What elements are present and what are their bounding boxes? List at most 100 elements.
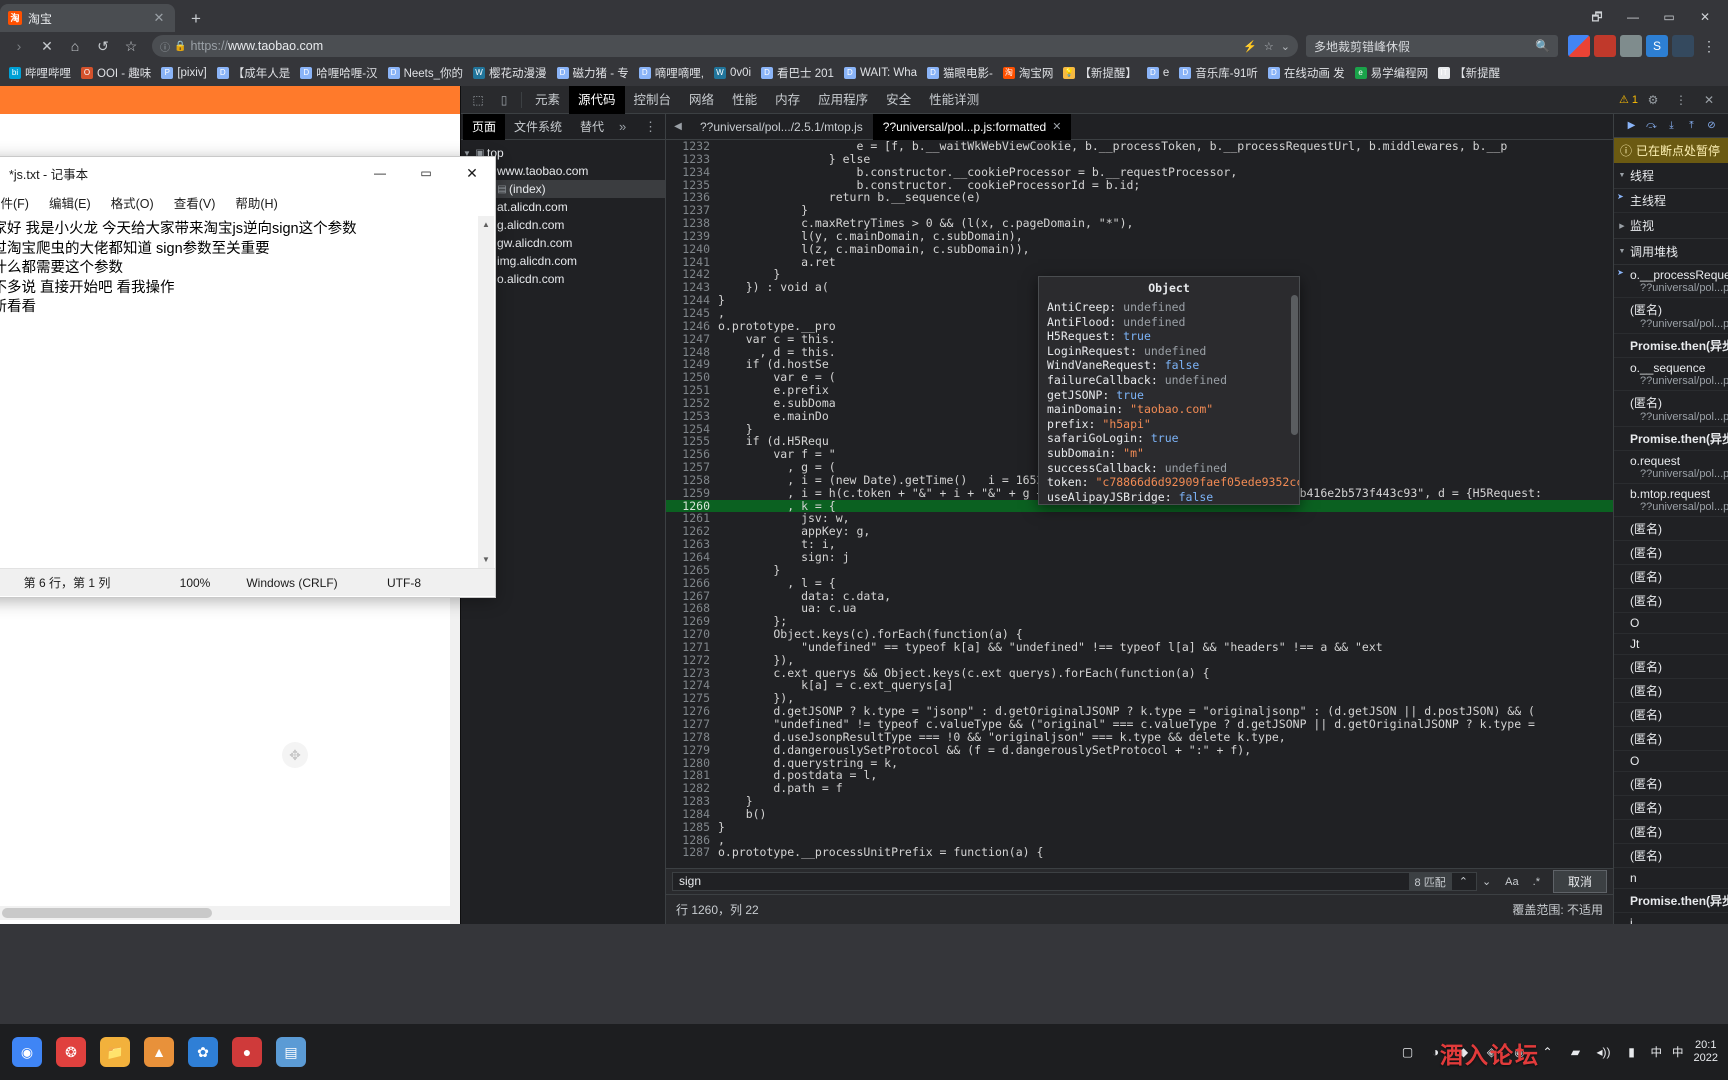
notepad-menu-item[interactable]: 格式(O) [102,190,163,215]
bookmark-item[interactable]: P[pixiv] [156,62,211,84]
editor-tab-0[interactable]: ??universal/pol.../2.5.1/mtop.js [690,114,873,140]
notepad-icon[interactable]: ▤ [276,1037,306,1067]
code-line[interactable]: 1284 b() [666,808,1613,821]
call-stack-frame[interactable]: Promise.then(异步) [1614,427,1728,451]
settings-gear-icon[interactable]: ⚙ [1640,88,1666,112]
devtools-close-icon[interactable]: ✕ [1696,88,1722,112]
code-line[interactable]: 1272 }), [666,654,1613,667]
page-horizontal-scroll-thumb[interactable] [2,908,212,918]
call-stack-frame[interactable]: (匿名)??universal/pol...p. [1614,391,1728,427]
code-line[interactable]: 1241 a.ret [666,256,1613,269]
navigator-tab-2[interactable]: 替代 [571,114,613,140]
call-stack-frame[interactable]: o.__processRequestUrl??universal/pol...p… [1614,265,1728,298]
code-line[interactable]: 1275 }), [666,692,1613,705]
code-line[interactable]: 1236 return b.__sequence(e) [666,191,1613,204]
notepad-maximize-icon[interactable]: ▭ [403,157,449,189]
line-number[interactable]: 1278 [666,731,718,744]
code-line[interactable]: 1234 b.constructor.__cookieProcessor = b… [666,166,1613,179]
regex-icon[interactable]: .* [1526,876,1547,888]
call-stack-frame[interactable]: (匿名) [1614,727,1728,751]
notepad-menu-item[interactable]: 查看(V) [165,190,225,215]
record-icon[interactable]: ● [232,1037,262,1067]
call-stack-frame[interactable]: (匿名) [1614,679,1728,703]
navigator-tab-1[interactable]: 文件系统 [505,114,571,140]
bookmark-item[interactable]: D猫眼电影- [922,62,998,84]
call-stack-frame[interactable]: o.__sequence??universal/pol...p. [1614,358,1728,391]
bookmark-item[interactable]: W樱花动漫漫 [468,62,552,84]
call-stack-frame[interactable]: O [1614,751,1728,772]
bookmark-item[interactable]: D哈喱哈喱-汉 [295,62,382,84]
section-twisty-icon[interactable]: ▼ [1617,172,1627,179]
line-number[interactable]: 1272 [666,654,718,667]
chevron-down-icon[interactable]: ⌄ [1281,40,1290,53]
navigator-tab-0[interactable]: 页面 [463,114,505,140]
code-line[interactable]: 1278 d.useJsonpResultType === !0 && "ori… [666,731,1613,744]
line-number[interactable]: 1264 [666,551,718,564]
bookmark-item[interactable]: 淘淘宝网 [998,62,1059,84]
bookmark-item[interactable]: D嘀哩嘀哩, [634,62,709,84]
devtools-tab-3[interactable]: 网络 [680,86,723,114]
devtools-tab-7[interactable]: 安全 [877,86,920,114]
call-stack-frame[interactable]: (匿名) [1614,541,1728,565]
stop-icon[interactable]: ✕ [34,34,60,58]
code-line[interactable]: 1277 "undefined" != typeof c.valueType &… [666,718,1613,731]
reload-icon[interactable]: ↺ [90,34,116,58]
line-number[interactable]: 1246 [666,320,718,333]
battery-icon[interactable]: ▮ [1623,1043,1641,1061]
code-line[interactable]: 1233 } else [666,153,1613,166]
folder-icon[interactable]: 📁 [100,1037,130,1067]
call-stack-frame[interactable]: Jt [1614,634,1728,655]
call-stack-frame[interactable]: (匿名) [1614,844,1728,868]
editor-tab-1[interactable]: ??universal/pol...p.js:formatted✕ [873,114,1072,140]
code-line[interactable]: 1263 t: i, [666,538,1613,551]
call-stack-frame[interactable]: O [1614,613,1728,634]
code-line[interactable]: 1270 Object.keys(c).forEach(function(a) … [666,628,1613,641]
find-prev-icon[interactable]: ⌃ [1452,875,1475,888]
bookmark-item[interactable]: 💡【新提醒】 [1058,62,1142,84]
line-number[interactable]: 1285 [666,821,718,834]
code-line[interactable]: 1269 }; [666,615,1613,628]
code-line[interactable]: 1281 d.postdata = l, [666,769,1613,782]
code-line[interactable]: 1282 d.path = f [666,782,1613,795]
devtools-tab-8[interactable]: 性能详测 [920,86,988,114]
bookmark-item[interactable]: OOOI - 趣味 [76,62,156,84]
debugger-section-header[interactable]: ▼调用堆栈 [1614,239,1728,265]
line-number[interactable]: 1239 [666,230,718,243]
code-line[interactable]: 1240 l(z, c.mainDomain, c.subDomain)), [666,243,1613,256]
line-number[interactable]: 1245 [666,307,718,320]
call-stack-frame[interactable]: Promise.then(异步) [1614,889,1728,913]
code-line[interactable]: 1264 sign: j [666,551,1613,564]
call-stack-frame[interactable]: (匿名)??universal/pol...p. [1614,298,1728,334]
line-number[interactable]: 1270 [666,628,718,641]
code-line[interactable]: 1286, [666,834,1613,847]
notepad-close-icon[interactable]: ✕ [449,157,495,189]
bookmark-item[interactable]: W0v0i [709,62,756,84]
notepad-text-area[interactable]: 大家好 我是小火龙 今天给大家带来淘宝js逆向sign这个参数做过淘宝爬虫的大佬… [0,216,480,568]
line-number[interactable]: 1283 [666,795,718,808]
line-number[interactable]: 1233 [666,153,718,166]
call-stack-frame[interactable]: (匿名) [1614,796,1728,820]
ime-indicator[interactable]: 中 [1651,1044,1663,1060]
code-line[interactable]: 1280 d.querystring = k, [666,757,1613,770]
code-line[interactable]: 1283 } [666,795,1613,808]
chrome-icon[interactable]: ◉ [12,1037,42,1067]
call-stack-frame[interactable]: (匿名) [1614,772,1728,796]
extension-icon-4[interactable]: S [1646,35,1668,57]
bookmark-item[interactable]: bi哔哩哔哩 [4,62,76,84]
taskbar-clock[interactable]: 20:12022 [1694,1039,1718,1065]
forward-icon[interactable]: › [6,34,32,58]
call-stack-frame[interactable]: Promise.then(异步) [1614,334,1728,358]
call-stack-frame[interactable]: (匿名) [1614,565,1728,589]
notepad-scroll-up-icon[interactable]: ▲ [478,216,494,233]
browser-menu-icon[interactable]: ⋮ [1696,34,1722,58]
debugger-control-icon-2[interactable]: ⤓ [1663,116,1681,136]
star-icon[interactable]: ☆ [1264,40,1274,53]
window-restore-icon[interactable]: 🗗 [1580,5,1614,29]
warning-badge[interactable]: ⚠ 1 [1619,93,1638,106]
search-input[interactable]: 多地裁剪错峰休假 [1314,38,1535,55]
inspect-element-icon[interactable]: ⬚ [465,88,491,112]
code-line[interactable]: 1271 "undefined" == typeof k[a] && "unde… [666,641,1613,654]
bookmark-item[interactable]: D看巴士 201 [756,62,839,84]
line-number[interactable]: 1266 [666,577,718,590]
code-line[interactable]: 1262 appKey: g, [666,525,1613,538]
